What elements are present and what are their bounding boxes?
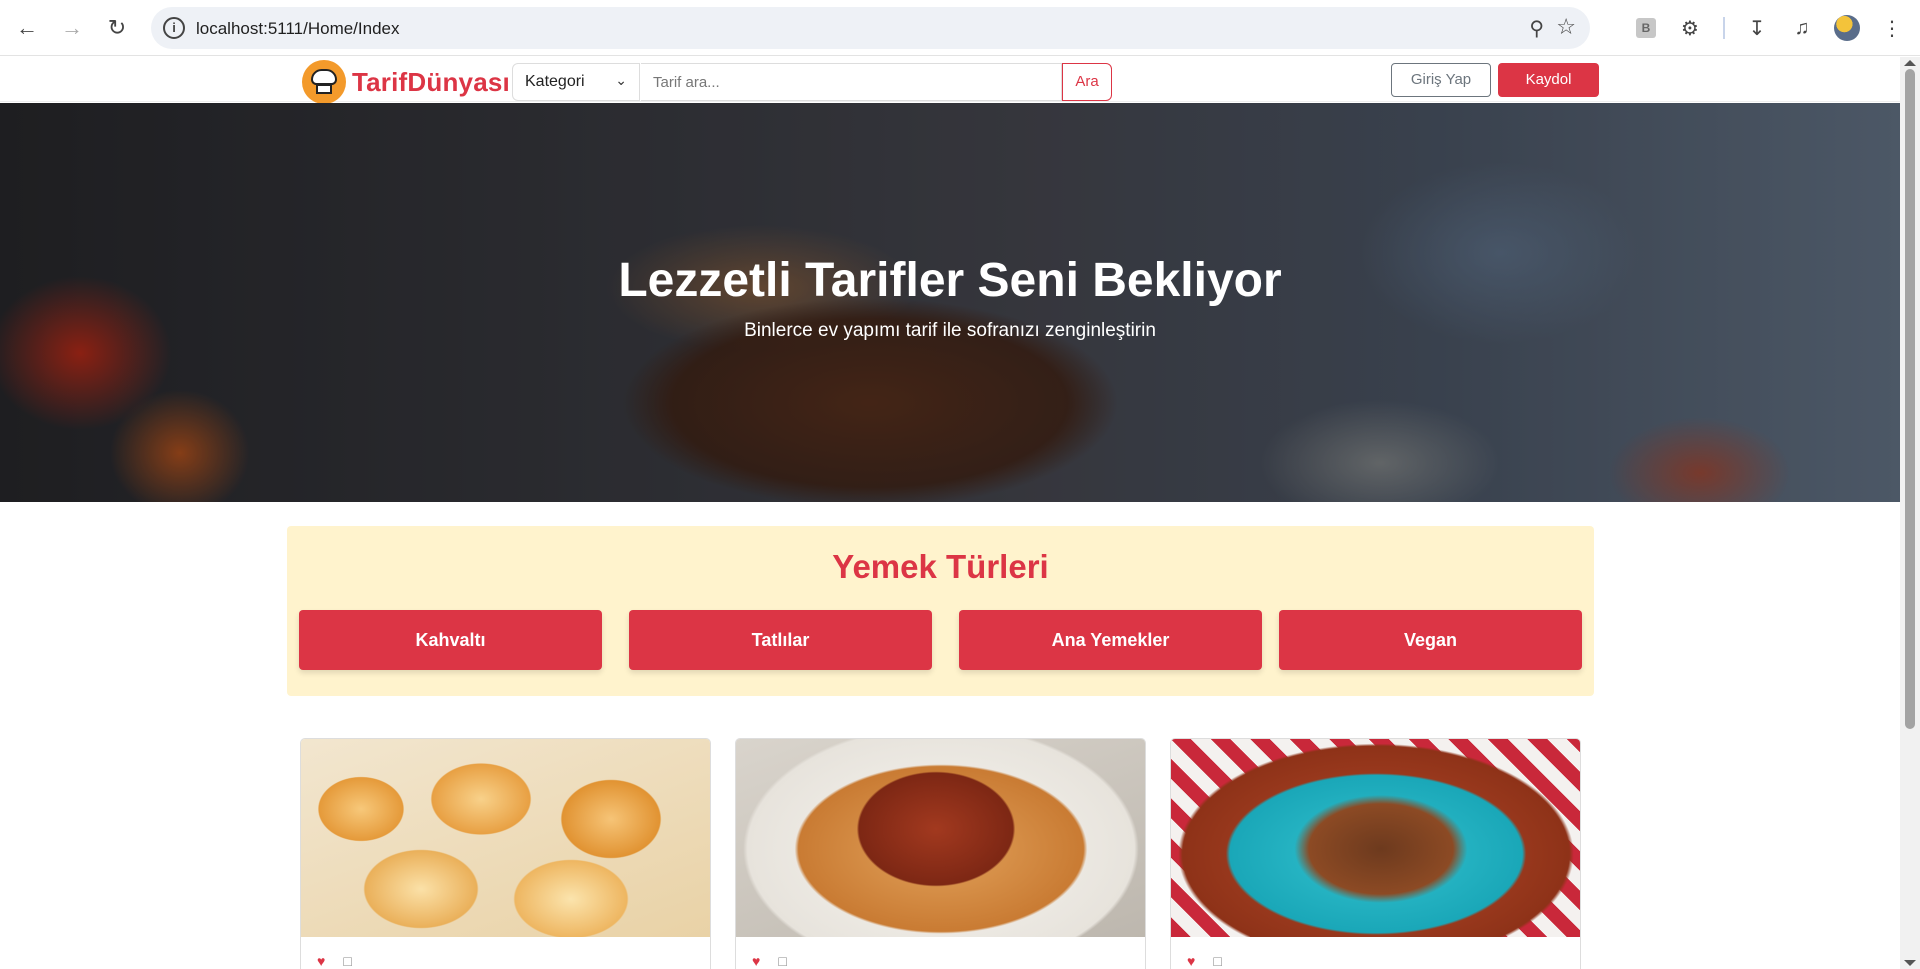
toolbar-divider bbox=[1723, 17, 1725, 39]
back-icon[interactable]: ← bbox=[10, 11, 44, 45]
zoom-icon[interactable]: ⚲ bbox=[1529, 16, 1544, 41]
site-info-icon[interactable]: i bbox=[163, 17, 185, 39]
heart-icon[interactable]: ♥ bbox=[317, 953, 325, 969]
bookmark-star-icon[interactable]: ☆ bbox=[1556, 14, 1576, 40]
comment-icon[interactable]: □ bbox=[343, 953, 351, 969]
comment-icon[interactable]: □ bbox=[778, 953, 786, 969]
browser-toolbar: ← → ↻ i localhost:5111/Home/Index ⚲ ☆ B … bbox=[0, 0, 1920, 56]
scroll-up-icon[interactable] bbox=[1904, 60, 1916, 66]
category-button-main-dishes[interactable]: Ana Yemekler bbox=[959, 610, 1262, 670]
recipe-card-meta: ♥ □ bbox=[1187, 953, 1222, 969]
chevron-down-icon: ⌄ bbox=[615, 72, 627, 88]
recipe-image[interactable] bbox=[301, 739, 710, 937]
reload-icon[interactable]: ↻ bbox=[100, 11, 134, 45]
forward-icon[interactable]: → bbox=[55, 11, 89, 45]
chef-hat-icon bbox=[302, 60, 346, 104]
extensions-puzzle-icon[interactable]: ⚙ bbox=[1675, 13, 1705, 43]
category-button-desserts[interactable]: Tatlılar bbox=[629, 610, 932, 670]
extension-b-icon[interactable]: B bbox=[1631, 13, 1661, 43]
url-text[interactable]: localhost:5111/Home/Index bbox=[196, 19, 400, 39]
hero-banner: Lezzetli Tarifler Seni Bekliyor Binlerce… bbox=[0, 103, 1900, 502]
media-queue-icon[interactable]: ♫ bbox=[1787, 13, 1817, 43]
category-select-label: Kategori bbox=[525, 73, 585, 90]
download-icon[interactable]: ↧ bbox=[1742, 13, 1772, 43]
recipe-card[interactable]: ♥ □ bbox=[735, 738, 1146, 969]
recipe-card-meta: ♥ □ bbox=[317, 953, 352, 969]
brand-name: TarifDünyası bbox=[352, 66, 510, 97]
scroll-down-icon[interactable] bbox=[1904, 960, 1916, 966]
page-scrollbar[interactable] bbox=[1900, 57, 1920, 969]
scrollbar-thumb[interactable] bbox=[1905, 69, 1915, 729]
recipe-image[interactable] bbox=[736, 739, 1145, 937]
menu-kebab-icon[interactable]: ⋮ bbox=[1877, 13, 1907, 43]
recipe-card[interactable]: ♥ □ bbox=[300, 738, 711, 969]
heart-icon[interactable]: ♥ bbox=[1187, 953, 1195, 969]
heart-icon[interactable]: ♥ bbox=[752, 953, 760, 969]
login-button[interactable]: Giriş Yap bbox=[1391, 63, 1491, 97]
category-button-vegan[interactable]: Vegan bbox=[1279, 610, 1582, 670]
recipe-card[interactable]: ♥ □ bbox=[1170, 738, 1581, 969]
profile-avatar[interactable] bbox=[1832, 13, 1862, 43]
address-bar[interactable]: i localhost:5111/Home/Index ⚲ ☆ bbox=[151, 7, 1590, 49]
site-navbar: TarifDünyası Kategori ⌄ Tarif ara... Ara… bbox=[0, 57, 1900, 104]
recipe-card-meta: ♥ □ bbox=[752, 953, 787, 969]
search-button[interactable]: Ara bbox=[1062, 63, 1112, 101]
categories-title: Yemek Türleri bbox=[832, 548, 1049, 585]
hero-subtitle: Binlerce ev yapımı tarif ile sofranızı z… bbox=[744, 320, 1156, 341]
brand-logo[interactable]: TarifDünyası bbox=[302, 60, 510, 104]
comment-icon[interactable]: □ bbox=[1213, 953, 1221, 969]
page-viewport: TarifDünyası Kategori ⌄ Tarif ara... Ara… bbox=[0, 57, 1900, 969]
food-categories-panel: Yemek Türleri Kahvaltı Tatlılar Ana Yeme… bbox=[287, 526, 1594, 696]
signup-button[interactable]: Kaydol bbox=[1498, 63, 1599, 97]
recipe-image[interactable] bbox=[1171, 739, 1580, 937]
hero-title: Lezzetli Tarifler Seni Bekliyor bbox=[618, 254, 1282, 307]
category-select[interactable]: Kategori ⌄ bbox=[512, 63, 640, 101]
category-button-breakfast[interactable]: Kahvaltı bbox=[299, 610, 602, 670]
search-input[interactable]: Tarif ara... bbox=[641, 63, 1062, 101]
